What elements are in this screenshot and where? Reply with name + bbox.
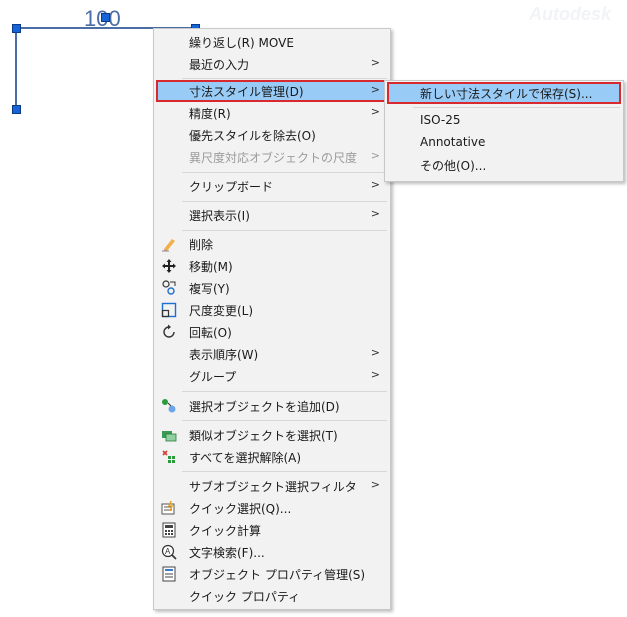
grip-handle[interactable] <box>101 13 110 22</box>
chevron-right-icon: > <box>370 105 380 118</box>
menu-item-select-similar[interactable]: 類似オブジェクトを選択(T) <box>156 424 388 446</box>
chevron-right-icon: > <box>370 149 380 162</box>
menu-separator <box>182 420 387 421</box>
menu-item-erase[interactable]: 削除 <box>156 233 388 255</box>
chevron-right-icon: > <box>370 178 380 191</box>
eraser-icon <box>162 239 175 252</box>
chevron-right-icon: > <box>370 83 380 96</box>
menu-item-rotate[interactable]: 回転(O) <box>156 321 388 343</box>
grip-handle[interactable] <box>12 105 21 114</box>
menu-separator <box>182 172 387 173</box>
menu-item-annotative-scale: 異尺度対応オブジェクトの尺度 > <box>189 149 380 165</box>
menu-item-isolate[interactable]: 選択表示(I) > <box>156 204 388 226</box>
menu-item-group[interactable]: グループ > <box>156 365 388 387</box>
menu-item-deselect-all[interactable]: すべてを選択解除(A) <box>156 446 388 468</box>
menu-separator <box>182 471 387 472</box>
copy-icon <box>162 280 176 295</box>
chevron-right-icon: > <box>370 478 380 491</box>
menu-item-remove-style-override[interactable]: 優先スタイルを除去(O) <box>156 124 388 146</box>
properties-icon <box>162 566 176 582</box>
menu-item-clipboard[interactable]: クリップボード > <box>156 175 388 197</box>
scale-icon <box>161 302 177 318</box>
menu-item-move[interactable]: 移動(M) <box>156 255 388 277</box>
menu-item-subobject-filter[interactable]: サブオブジェクト選択フィルタ > <box>156 475 388 497</box>
quick-select-icon <box>161 500 175 515</box>
menu-item-dimension-style[interactable]: 寸法スタイル管理(D) > <box>156 80 388 102</box>
menu-item-add-selected[interactable]: 選択オブジェクトを追加(D) <box>156 395 388 417</box>
chevron-right-icon: > <box>370 207 380 220</box>
submenu-item-save-new-style[interactable]: 新しい寸法スタイルで保存(S)... <box>387 82 621 104</box>
context-menu: 繰り返し(R) MOVE 最近の入力 > 寸法スタイル管理(D) > 精度(R)… <box>153 28 391 610</box>
menu-item-quick-properties[interactable]: クイック プロパティ <box>156 585 388 607</box>
menu-item-draw-order[interactable]: 表示順序(W) > <box>156 343 388 365</box>
deselect-all-icon <box>162 450 175 463</box>
svg-text:A: A <box>165 547 171 556</box>
chevron-right-icon: > <box>370 56 380 69</box>
chevron-right-icon: > <box>370 368 380 381</box>
menu-item-recent-input[interactable]: 最近の入力 > <box>156 53 388 75</box>
menu-separator <box>413 107 620 108</box>
submenu-item-iso-25[interactable]: ISO-25 <box>387 110 621 132</box>
menu-item-quick-select[interactable]: クイック選択(Q)... <box>156 497 388 519</box>
submenu-item-annotative[interactable]: Annotative <box>387 132 621 154</box>
grip-handle[interactable] <box>12 24 21 33</box>
menu-separator <box>182 78 387 79</box>
menu-item-quick-calc[interactable]: クイック計算 <box>156 519 388 541</box>
menu-separator <box>182 391 387 392</box>
watermark-logo: Autodesk <box>529 4 612 24</box>
rotate-icon <box>163 324 175 338</box>
menu-item-copy[interactable]: 複写(Y) <box>156 277 388 299</box>
calculator-icon <box>162 522 176 538</box>
menu-item-find-text[interactable]: A 文字検索(F)... <box>156 541 388 563</box>
menu-item-scale[interactable]: 尺度変更(L) <box>156 299 388 321</box>
submenu-item-other[interactable]: その他(O)... <box>387 154 621 176</box>
chevron-right-icon: > <box>370 346 380 359</box>
dimension-style-submenu: 新しい寸法スタイルで保存(S)... ISO-25 Annotative その他… <box>384 80 624 182</box>
menu-item-properties[interactable]: オブジェクト プロパティ管理(S) <box>156 563 388 585</box>
add-selected-icon <box>162 399 176 413</box>
select-similar-icon <box>162 431 177 442</box>
find-text-icon: A <box>161 544 177 560</box>
menu-item-precision[interactable]: 精度(R) > <box>156 102 388 124</box>
menu-separator <box>182 230 387 231</box>
menu-separator <box>182 201 387 202</box>
menu-item-repeat-move[interactable]: 繰り返し(R) MOVE <box>156 31 388 53</box>
move-icon <box>162 259 176 273</box>
